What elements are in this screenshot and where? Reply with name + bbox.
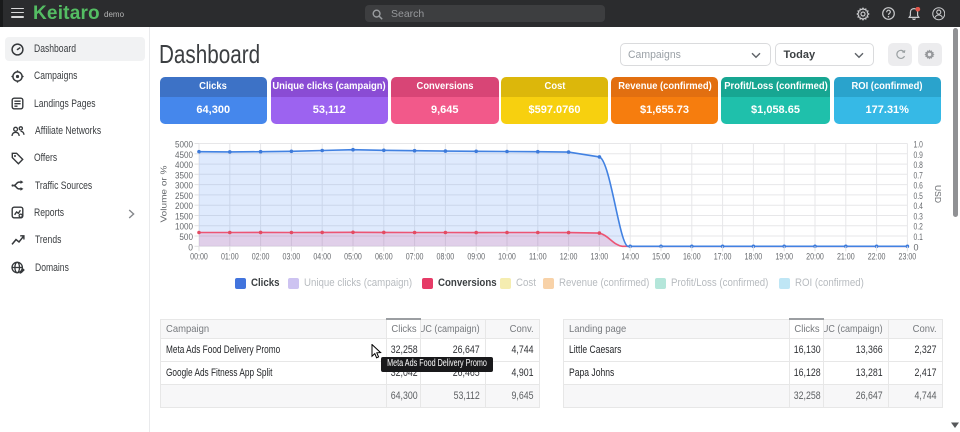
svg-text:4500: 4500 [175, 150, 193, 160]
svg-text:Volume or %: Volume or % [159, 165, 169, 223]
svg-text:08:00: 08:00 [437, 252, 455, 262]
svg-text:01:00: 01:00 [221, 252, 239, 262]
svg-text:3000: 3000 [175, 181, 193, 191]
svg-text:2500: 2500 [175, 191, 193, 201]
svg-text:10:00: 10:00 [498, 252, 516, 262]
svg-text:07:00: 07:00 [406, 252, 424, 262]
svg-text:00:00: 00:00 [190, 252, 208, 262]
svg-text:0.1: 0.1 [914, 232, 923, 242]
svg-text:USD: USD [933, 185, 943, 203]
svg-text:1.0: 1.0 [914, 140, 923, 150]
svg-text:09:00: 09:00 [467, 252, 485, 262]
svg-text:17:00: 17:00 [714, 252, 732, 262]
svg-text:15:00: 15:00 [652, 252, 670, 262]
svg-text:21:00: 21:00 [837, 252, 855, 262]
svg-text:04:00: 04:00 [313, 252, 331, 262]
svg-text:1500: 1500 [175, 212, 193, 222]
svg-text:06:00: 06:00 [375, 252, 393, 262]
svg-text:05:00: 05:00 [344, 252, 362, 262]
svg-text:02:00: 02:00 [252, 252, 270, 262]
svg-text:0.7: 0.7 [914, 170, 923, 180]
svg-text:0.4: 0.4 [914, 201, 923, 211]
svg-text:2000: 2000 [175, 201, 193, 211]
svg-text:500: 500 [179, 232, 193, 242]
svg-text:0.6: 0.6 [914, 181, 923, 191]
svg-text:13:00: 13:00 [591, 252, 609, 262]
svg-text:0.8: 0.8 [914, 160, 923, 170]
svg-text:11:00: 11:00 [529, 252, 547, 262]
svg-text:18:00: 18:00 [745, 252, 763, 262]
svg-text:14:00: 14:00 [621, 252, 639, 262]
svg-text:1000: 1000 [175, 222, 193, 232]
svg-text:5000: 5000 [175, 140, 193, 150]
svg-text:0.2: 0.2 [914, 222, 923, 232]
svg-text:3500: 3500 [175, 170, 193, 180]
svg-text:23:00: 23:00 [899, 252, 917, 262]
svg-text:19:00: 19:00 [775, 252, 793, 262]
svg-text:16:00: 16:00 [683, 252, 701, 262]
svg-text:0.9: 0.9 [914, 150, 923, 160]
svg-text:0.5: 0.5 [914, 191, 923, 201]
svg-text:03:00: 03:00 [283, 252, 301, 262]
svg-text:20:00: 20:00 [806, 252, 824, 262]
svg-text:4000: 4000 [175, 160, 193, 170]
svg-text:0.3: 0.3 [914, 212, 923, 222]
svg-text:22:00: 22:00 [868, 252, 886, 262]
svg-text:12:00: 12:00 [560, 252, 578, 262]
